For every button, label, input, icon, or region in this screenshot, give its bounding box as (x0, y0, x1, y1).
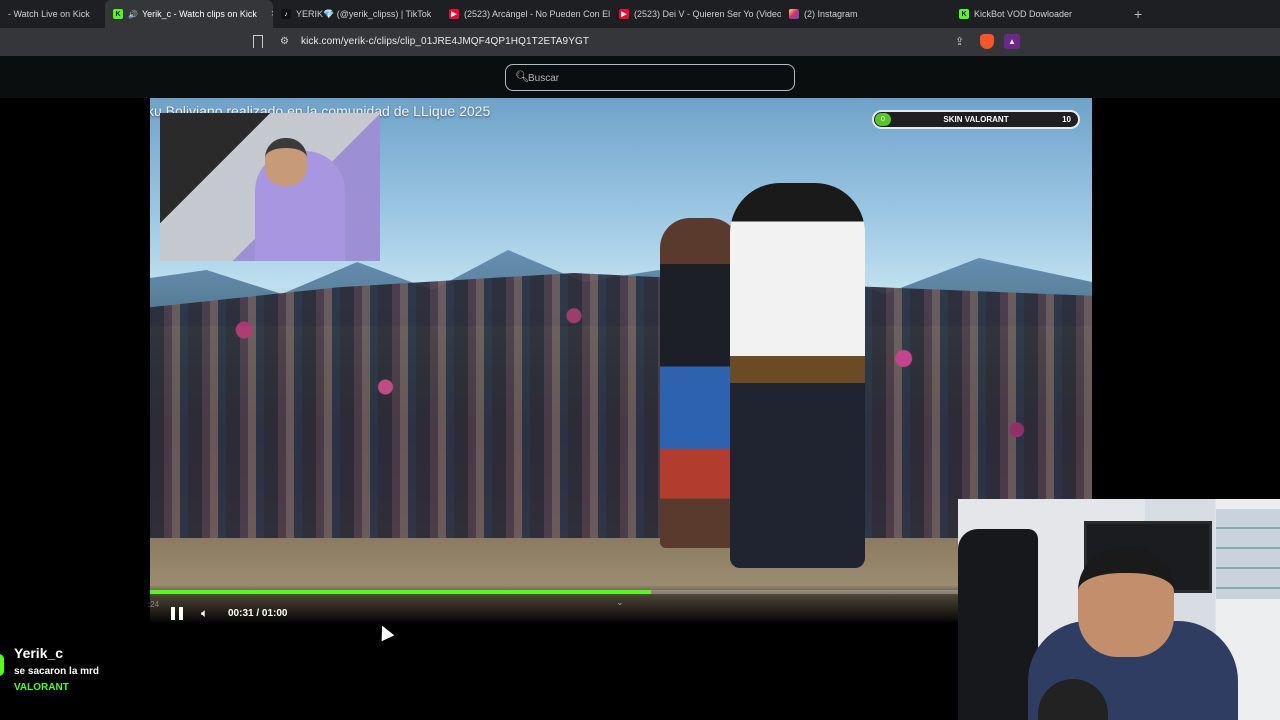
search-icon: 🔍︎ (515, 71, 529, 83)
webcam-background (958, 529, 1038, 720)
tab-kick-clips[interactable]: K 🔊 Yerik_c - Watch clips on Kick × (105, 0, 273, 28)
site-settings-icon[interactable]: ⚙ (280, 36, 289, 47)
video-scene-crowd (150, 273, 1092, 558)
video-player[interactable]: ku Boliviano realizado en la comunidad d… (150, 98, 1092, 622)
video-scene-fighter (660, 218, 740, 548)
streamer-cam-overlay (160, 113, 380, 261)
address-bar: ⚙ kick.com/yerik-c/clips/clip_01JRE4JMQF… (0, 28, 1280, 56)
tab-title: (2) Instagram (804, 9, 858, 19)
speaker-icon[interactable]: 🔊 (128, 10, 138, 19)
url-field[interactable]: kick.com/yerik-c/clips/clip_01JRE4JMQF4Q… (301, 36, 589, 47)
mouse-cursor (375, 622, 395, 642)
tab-title: Yerik_c - Watch clips on Kick (141, 9, 257, 19)
webcam-feed (958, 499, 1280, 720)
rewards-icon[interactable]: ▲ (1004, 34, 1020, 49)
chat-category: VALORANT (14, 682, 69, 693)
seek-bar[interactable] (150, 590, 958, 594)
tab-tiktok[interactable]: ♪ YERIK💎 (@yerik_clipss) | TikTok (273, 0, 441, 28)
seek-bar-fill (150, 590, 651, 594)
webcam-shelf (1216, 509, 1280, 599)
pause-icon[interactable] (171, 607, 183, 620)
sub-goal-bar: 0 SKIN VALORANT 10 (872, 110, 1080, 129)
goal-label: SKIN VALORANT (943, 115, 1009, 124)
video-scene-fighter (730, 183, 865, 568)
youtube-icon: ▶ (619, 9, 629, 19)
kick-icon: K (113, 9, 123, 19)
tab-title: (2523) Arcángel - No Pueden Con El (464, 9, 611, 19)
tab-kickbot[interactable]: K KickBot VOD Dowloader (951, 0, 1121, 28)
tab-title: - Watch Live on Kick (8, 9, 90, 19)
tab-instagram[interactable]: (2) Instagram (781, 0, 951, 28)
kickbot-icon: K (959, 9, 969, 19)
search-box[interactable]: 🔍︎ (505, 64, 795, 91)
goal-max: 10 (1062, 115, 1071, 124)
brave-shield-icon[interactable] (980, 34, 994, 49)
tab-kick-live[interactable]: - Watch Live on Kick (0, 0, 105, 28)
tab-youtube-1[interactable]: ▶ (2523) Arcángel - No Pueden Con El (441, 0, 611, 28)
tab-youtube-2[interactable]: ▶ (2523) Dei V - Quieren Ser Yo (Video (611, 0, 781, 28)
chat-message: se sacaron la mrd (14, 666, 100, 677)
streamer-head (265, 138, 307, 186)
search-input[interactable] (528, 70, 778, 86)
tab-title: (2523) Dei V - Quieren Ser Yo (Video (634, 9, 781, 19)
chevron-down-icon[interactable]: ⌄ (616, 597, 624, 608)
volume-icon[interactable]: 🔈︎ (201, 606, 208, 621)
tab-title: KickBot VOD Dowloader (974, 9, 1073, 19)
tab-title: YERIK💎 (@yerik_clipss) | TikTok (296, 8, 432, 19)
share-icon[interactable]: ⇪ (955, 35, 964, 48)
previous-time-label: :24 (148, 600, 160, 609)
webcam-person-face (1078, 547, 1174, 657)
youtube-icon: ▶ (449, 9, 459, 19)
tab-bar: - Watch Live on Kick K 🔊 Yerik_c - Watch… (0, 0, 1280, 28)
new-tab-icon[interactable]: + (1134, 6, 1142, 22)
chat-indicator (0, 654, 4, 676)
chat-username: Yerik_c (14, 645, 64, 661)
time-display: 00:31 / 01:00 (228, 608, 288, 619)
instagram-icon (789, 9, 799, 19)
bookmark-icon[interactable] (253, 35, 263, 48)
tiktok-icon: ♪ (281, 9, 291, 19)
